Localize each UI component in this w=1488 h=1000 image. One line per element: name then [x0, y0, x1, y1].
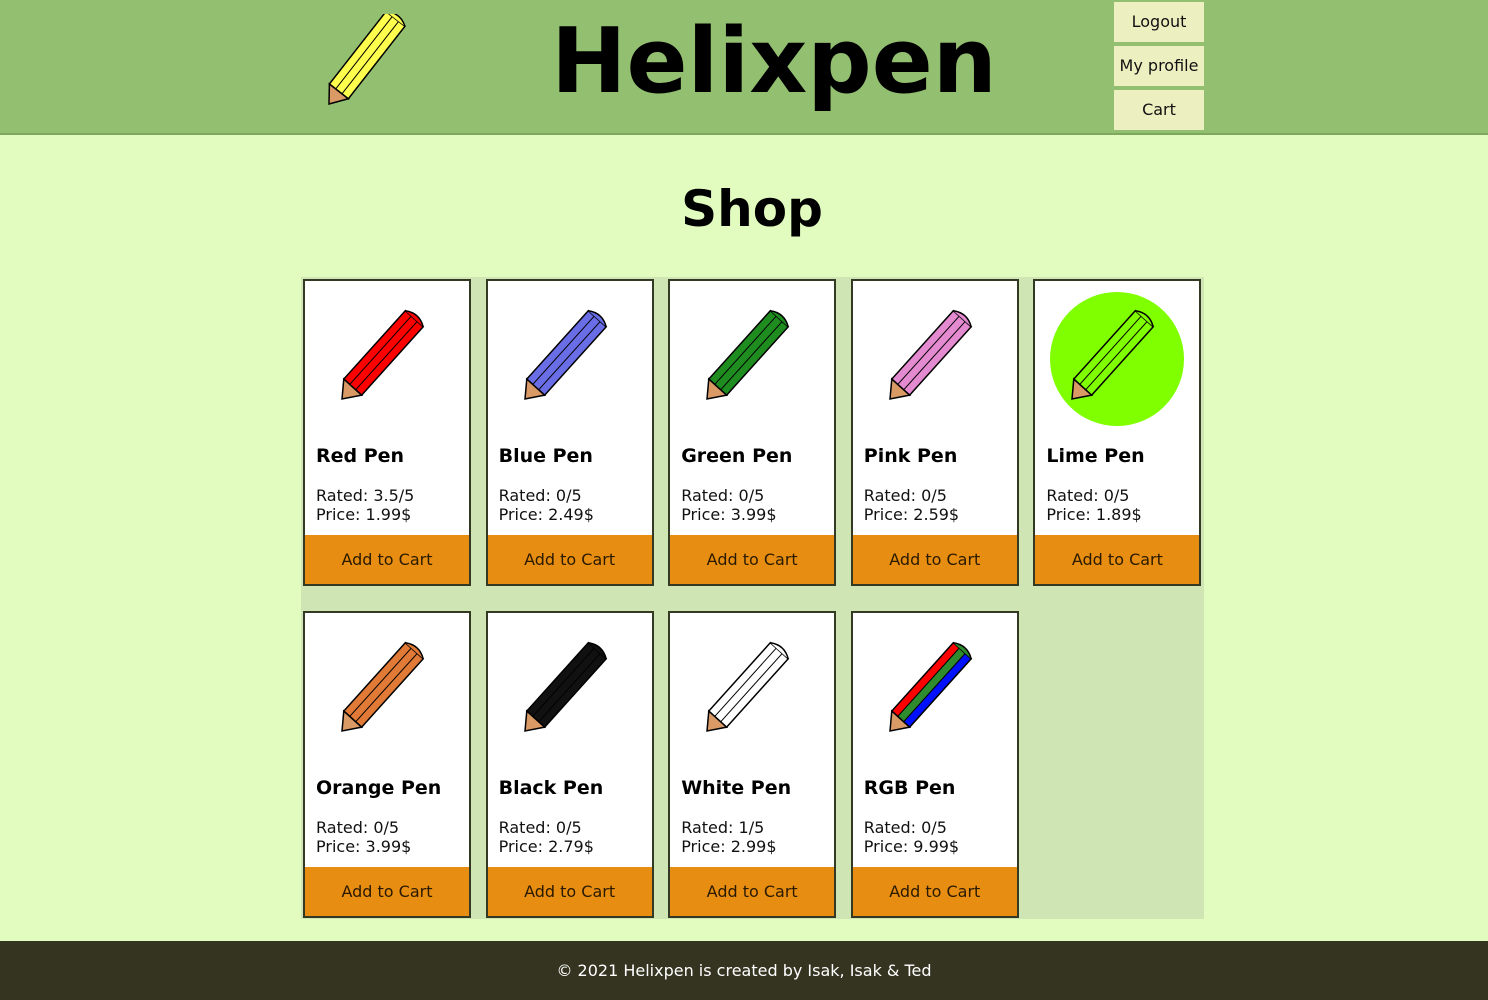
product-name[interactable]: White Pen	[681, 777, 791, 799]
product-name[interactable]: Blue Pen	[499, 445, 593, 467]
product-meta: Rated: 3.5/5 Price: 1.99$	[316, 486, 414, 524]
product-meta: Rated: 0/5 Price: 2.49$	[499, 486, 594, 524]
product-meta: Rated: 0/5 Price: 9.99$	[864, 818, 959, 856]
product-name[interactable]: Green Pen	[681, 445, 792, 467]
product-image[interactable]	[670, 281, 834, 436]
product-price: Price: 9.99$	[863, 837, 960, 856]
add-to-cart-button[interactable]: Add to Cart	[305, 867, 469, 916]
product-card[interactable]: Pink Pen Rated: 0/5 Price: 2.59$ Add to Car…	[850, 279, 1019, 586]
my-profile-button[interactable]: My profile	[1114, 46, 1204, 86]
product-image[interactable]	[1035, 281, 1199, 436]
product-image[interactable]	[488, 281, 652, 436]
product-price: Price: 3.99$	[316, 837, 412, 856]
product-card[interactable]: Blue Pen Rated: 0/5 Price: 2.49$ Add to Car…	[485, 279, 654, 586]
pencil-icon	[523, 641, 607, 732]
add-to-cart-button[interactable]: Add to Cart	[852, 535, 1017, 584]
product-image[interactable]	[488, 613, 652, 768]
product-rating: Rated: 3.5/5	[316, 486, 415, 505]
product-card[interactable]: Black Pen Rated: 0/5 Price: 2.79$ Add to Ca…	[485, 611, 654, 918]
product-image[interactable]	[305, 613, 469, 768]
product-meta: Rated: 0/5 Price: 1.89$	[1046, 486, 1141, 524]
cart-button[interactable]: Cart	[1114, 90, 1204, 130]
pencil-icon	[706, 641, 790, 732]
add-to-cart-button[interactable]: Add to Cart	[852, 867, 1017, 916]
product-image[interactable]	[853, 281, 1017, 436]
logout-button[interactable]: Logout	[1114, 2, 1204, 42]
product-rating: Rated: 1/5	[681, 818, 765, 837]
pencil-icon	[888, 641, 973, 732]
product-name[interactable]: Lime Pen	[1046, 445, 1144, 467]
product-meta: Rated: 0/5 Price: 3.99$	[316, 818, 411, 856]
product-rating: Rated: 0/5	[316, 818, 400, 837]
product-name[interactable]: Red Pen	[316, 445, 404, 467]
product-card[interactable]: Green Pen Rated: 0/5 Price: 3.99$ Add to Ca…	[668, 279, 837, 586]
product-price: Price: 3.99$	[681, 505, 777, 524]
product-image[interactable]	[670, 613, 834, 768]
site-title[interactable]: Helixpen	[551, 9, 997, 114]
product-meta: Rated: 0/5 Price: 3.99$	[681, 486, 776, 524]
product-meta: Rated: 0/5 Price: 2.79$	[499, 818, 594, 856]
add-to-cart-button[interactable]: Add to Cart	[1035, 535, 1200, 584]
product-meta: Rated: 1/5 Price: 2.99$	[681, 818, 776, 856]
pencil-icon	[523, 309, 607, 400]
product-price: Price: 2.49$	[498, 505, 594, 524]
pencil-icon	[341, 309, 425, 400]
product-rating: Rated: 0/5	[863, 486, 947, 505]
pencil-icon	[706, 309, 790, 400]
product-card[interactable]: Red Pen Rated: 3.5/5 Price: 1.99$ Add to Ca…	[303, 279, 471, 586]
footer-text: © 2021 Helixpen is created by Isak, Isak…	[556, 961, 932, 980]
site-header: Helixpen Logout My profile Cart	[0, 0, 1488, 135]
product-price: Price: 2.59$	[863, 505, 960, 524]
product-card[interactable]: Lime Pen Rated: 0/5 Price: 1.89$ Add to Car…	[1033, 279, 1202, 586]
pencil-logo-icon[interactable]	[316, 14, 416, 114]
pencil-icon	[341, 641, 425, 732]
product-price: Price: 1.99$	[316, 505, 412, 524]
product-price: Price: 2.79$	[498, 837, 594, 856]
product-meta: Rated: 0/5 Price: 2.59$	[864, 486, 959, 524]
add-to-cart-button[interactable]: Add to Cart	[670, 867, 835, 916]
product-card[interactable]: RGB Pen Rated: 0/5 Price: 9.99$ Add to Cart	[850, 611, 1019, 918]
add-to-cart-button[interactable]: Add to Cart	[487, 867, 652, 916]
product-rating: Rated: 0/5	[1046, 486, 1130, 505]
product-card[interactable]: White Pen Rated: 1/5 Price: 2.99$ Add to Ca…	[668, 611, 837, 918]
product-name[interactable]: RGB Pen	[864, 777, 956, 799]
pencil-icon	[888, 309, 973, 400]
product-image[interactable]	[853, 613, 1017, 768]
product-name[interactable]: Orange Pen	[316, 777, 441, 799]
site-footer: © 2021 Helixpen is created by Isak, Isak…	[0, 941, 1488, 1000]
add-to-cart-button[interactable]: Add to Cart	[487, 535, 652, 584]
page-title: Shop	[681, 180, 823, 238]
product-image[interactable]	[305, 281, 469, 436]
product-name[interactable]: Pink Pen	[864, 445, 958, 467]
top-nav: Logout My profile Cart	[1114, 2, 1204, 134]
product-name[interactable]: Black Pen	[499, 777, 604, 799]
add-to-cart-button[interactable]: Add to Cart	[670, 535, 835, 584]
product-grid: Red Pen Rated: 3.5/5 Price: 1.99$ Add to Ca…	[301, 277, 1204, 919]
product-rating: Rated: 0/5	[498, 818, 582, 837]
product-rating: Rated: 0/5	[498, 486, 582, 505]
product-card[interactable]: Orange Pen Rated: 0/5 Price: 3.99$ Add to C…	[303, 611, 471, 918]
product-price: Price: 2.99$	[681, 837, 777, 856]
pencil-icon	[1050, 292, 1185, 426]
product-rating: Rated: 0/5	[681, 486, 765, 505]
add-to-cart-button[interactable]: Add to Cart	[305, 535, 469, 584]
product-rating: Rated: 0/5	[863, 818, 947, 837]
product-price: Price: 1.89$	[1046, 505, 1142, 524]
